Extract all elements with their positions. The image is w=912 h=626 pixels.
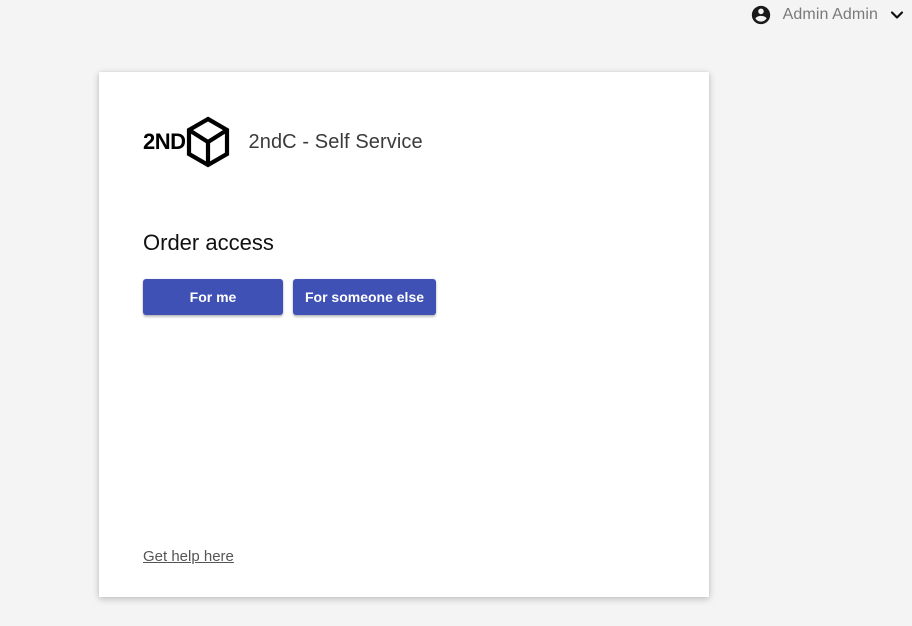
page-title: Order access <box>143 230 274 255</box>
get-help-link[interactable]: Get help here <box>143 548 234 565</box>
cube-outline-icon <box>185 116 231 168</box>
brand-header: 2ND 2ndC - Self Service <box>143 116 423 168</box>
app-name: 2ndC - Self Service <box>248 130 423 153</box>
user-menu[interactable]: Admin Admin <box>750 3 904 27</box>
for-me-button[interactable]: For me <box>143 279 283 315</box>
account-circle-icon <box>750 4 772 26</box>
logo-text: 2ND <box>143 129 186 154</box>
user-name[interactable]: Admin Admin <box>783 6 878 24</box>
page: Admin Admin 2ND 2ndC - Self Service Orde… <box>0 0 912 626</box>
chevron-down-icon[interactable] <box>890 8 904 22</box>
for-someone-else-button[interactable]: For someone else <box>293 279 436 315</box>
order-access-card: 2ND 2ndC - Self Service Order access For… <box>99 72 709 597</box>
order-access-actions: For me For someone else <box>143 279 436 315</box>
